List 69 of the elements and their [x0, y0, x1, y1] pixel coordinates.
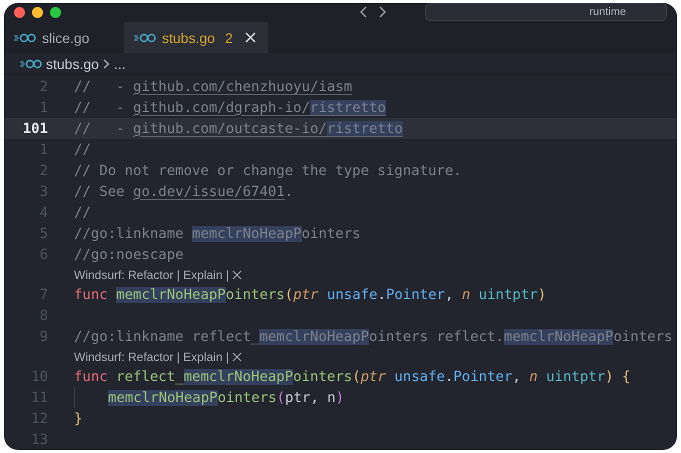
minimize-window-icon[interactable] [32, 6, 43, 18]
comment-link[interactable]: github.com/dgraph-io/ [133, 100, 310, 116]
bracket: ( [284, 286, 294, 302]
code-comment: // [74, 204, 91, 220]
code-comment: // - [74, 100, 126, 116]
highlighted-match: memclrNoHeapP [259, 328, 370, 344]
comment-link[interactable]: github.com/chenzhuoyu/iasm [133, 78, 352, 94]
type-name: uintptr [545, 368, 606, 384]
function-name: ointers [218, 390, 277, 406]
highlighted-match: memclrNoHeapP [192, 226, 302, 242]
breadcrumb-item[interactable]: ... [114, 56, 126, 72]
code-text: , [512, 368, 522, 384]
function-name: ointers [226, 286, 285, 302]
code-text: , [444, 286, 454, 302]
code-comment: // Do not remove or change the type signature. [74, 162, 462, 178]
highlighted-match: memclrNoHeapP [504, 328, 614, 344]
function-name: reflect_ [116, 368, 184, 384]
code-text: . [378, 286, 386, 302]
code-comment: // - [74, 120, 126, 136]
highlighted-match: memclrNoHeapP [116, 286, 226, 302]
type-name: unsafe [326, 286, 378, 302]
close-icon[interactable] [232, 270, 242, 280]
close-icon[interactable] [232, 352, 242, 362]
code-comment: // - [74, 78, 126, 94]
code-lens-actions[interactable]: Windsurf: Refactor | Explain | [74, 350, 229, 364]
code-comment: // See [74, 184, 126, 200]
parameter: n [529, 368, 538, 384]
code-text: ptr, n [285, 390, 336, 406]
close-window-icon[interactable] [14, 6, 25, 18]
bracket: ) [336, 390, 344, 406]
function-name: ointers [293, 368, 352, 384]
code-comment: // [74, 142, 91, 158]
chevron-right-icon [102, 58, 110, 69]
type-name: Pointer [453, 368, 512, 384]
code-comment: //go:linkname [74, 226, 185, 242]
parameter: ptr [293, 286, 318, 302]
bracket: ( [352, 368, 361, 384]
code-lens-actions[interactable]: Windsurf: Refactor | Explain | [74, 268, 229, 282]
comment-link[interactable]: github.com/outcaste-io/ [133, 120, 327, 136]
comment-link[interactable]: go.dev/issue/67401 [133, 184, 285, 200]
go-file-icon [20, 58, 42, 69]
breadcrumb-item[interactable]: stubs.go [46, 56, 99, 72]
code-text: . [444, 368, 454, 384]
search-field[interactable]: runtime [425, 3, 667, 22]
code-comment: ointers reflect. [369, 328, 504, 344]
go-file-icon [134, 32, 156, 43]
line-number: 101 [22, 120, 48, 136]
code-comment: //go:noescape [74, 246, 184, 262]
highlighted-match: memclrNoHeapP [108, 390, 218, 406]
keyword: func [74, 286, 109, 302]
type-name: uintptr [478, 286, 538, 302]
go-file-icon [14, 32, 36, 43]
file-tab[interactable]: stubs.go 2 [124, 22, 268, 54]
code-comment: . [284, 184, 294, 200]
maximize-window-icon[interactable] [50, 6, 61, 18]
parameter: n [462, 286, 470, 302]
bracket: ) [538, 286, 546, 302]
keyword: func [74, 368, 109, 384]
bracket: } [74, 410, 82, 426]
code-comment: ointers [613, 328, 672, 344]
type-name: Pointer [386, 286, 445, 302]
file-tab[interactable]: slice.go [4, 22, 124, 54]
bracket: ) { [605, 368, 630, 384]
code-comment: //go:linkname reflect_ [74, 328, 260, 344]
type-name: unsafe [393, 368, 445, 384]
bracket: ( [276, 390, 286, 406]
parameter: ptr [360, 368, 386, 384]
highlighted-match: memclrNoHeapP [184, 368, 294, 384]
code-comment: ointers [302, 226, 361, 242]
